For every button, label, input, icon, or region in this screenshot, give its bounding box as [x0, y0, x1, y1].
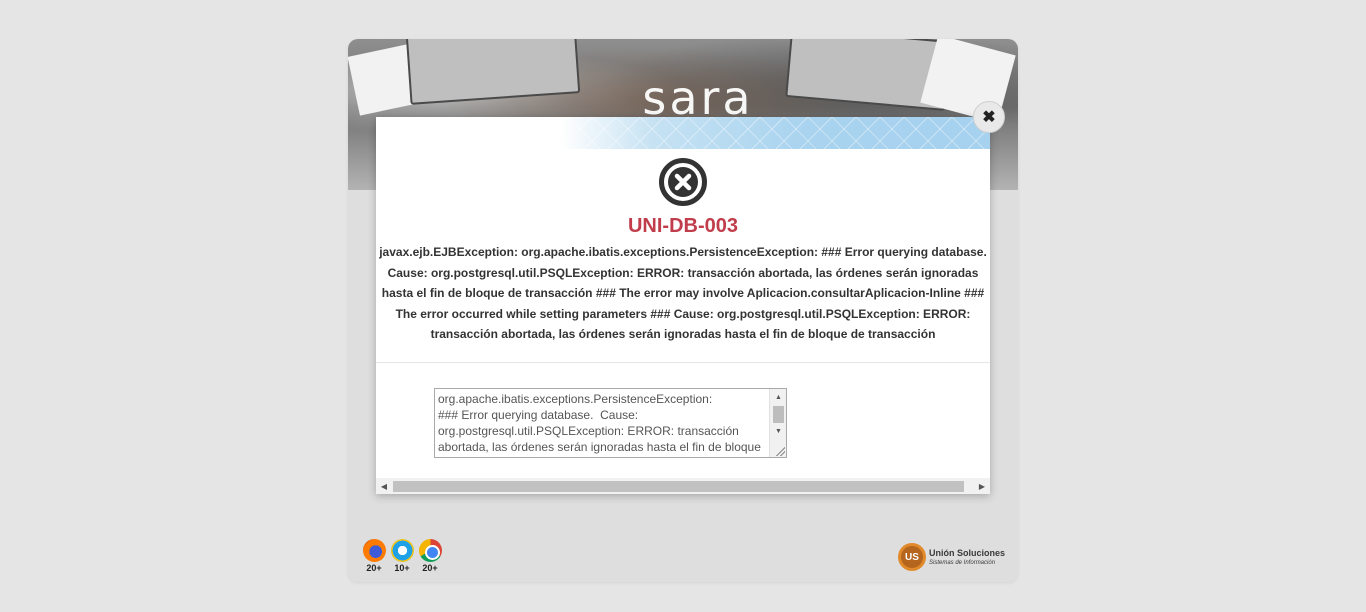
error-message: javax.ejb.EJBException: org.apache.ibati… [379, 245, 987, 341]
browser-ie: 10+ [390, 539, 414, 573]
company-name: Unión Soluciones [929, 547, 1006, 558]
modal-horizontal-scrollbar[interactable]: ◀ ▶ [376, 478, 990, 494]
browser-version: 20+ [422, 563, 438, 573]
error-detail-text: org.apache.ibatis.exceptions.Persistence… [438, 392, 761, 454]
resize-grip-icon[interactable] [775, 446, 785, 456]
browser-version: 10+ [394, 563, 410, 573]
scroll-right-arrow-icon[interactable]: ▶ [974, 478, 990, 494]
internet-explorer-icon [390, 539, 414, 562]
scroll-left-arrow-icon[interactable]: ◀ [376, 478, 392, 494]
browser-version: 20+ [366, 563, 382, 573]
firefox-icon [362, 539, 386, 562]
company-tagline: Sistemas de Información [929, 559, 996, 566]
error-detail-textarea[interactable]: org.apache.ibatis.exceptions.Persistence… [434, 388, 787, 458]
modal-close-button[interactable]: ✖ [973, 101, 1005, 133]
error-code: UNI-DB-003 [627, 215, 739, 237]
error-modal: UNI-DB-003 javax.ejb.EJBException: org.a… [376, 117, 990, 494]
browser-firefox: 20+ [362, 539, 386, 573]
scroll-thumb[interactable] [773, 406, 784, 423]
scroll-up-arrow-icon[interactable]: ▲ [770, 390, 786, 404]
chrome-icon [418, 539, 442, 562]
modal-header-pattern [376, 117, 990, 149]
supported-browsers: 20+ 10+ 20+ [362, 539, 442, 573]
modal-divider [376, 362, 990, 363]
union-soluciones-logo: US Unión Soluciones Sistemas de Informac… [898, 543, 1005, 571]
scroll-down-arrow-icon[interactable]: ▼ [770, 424, 786, 438]
error-x-circle-icon [659, 158, 707, 206]
scroll-thumb[interactable] [393, 481, 964, 492]
browser-chrome: 20+ [418, 539, 442, 573]
company-mark-icon: US [898, 543, 926, 571]
